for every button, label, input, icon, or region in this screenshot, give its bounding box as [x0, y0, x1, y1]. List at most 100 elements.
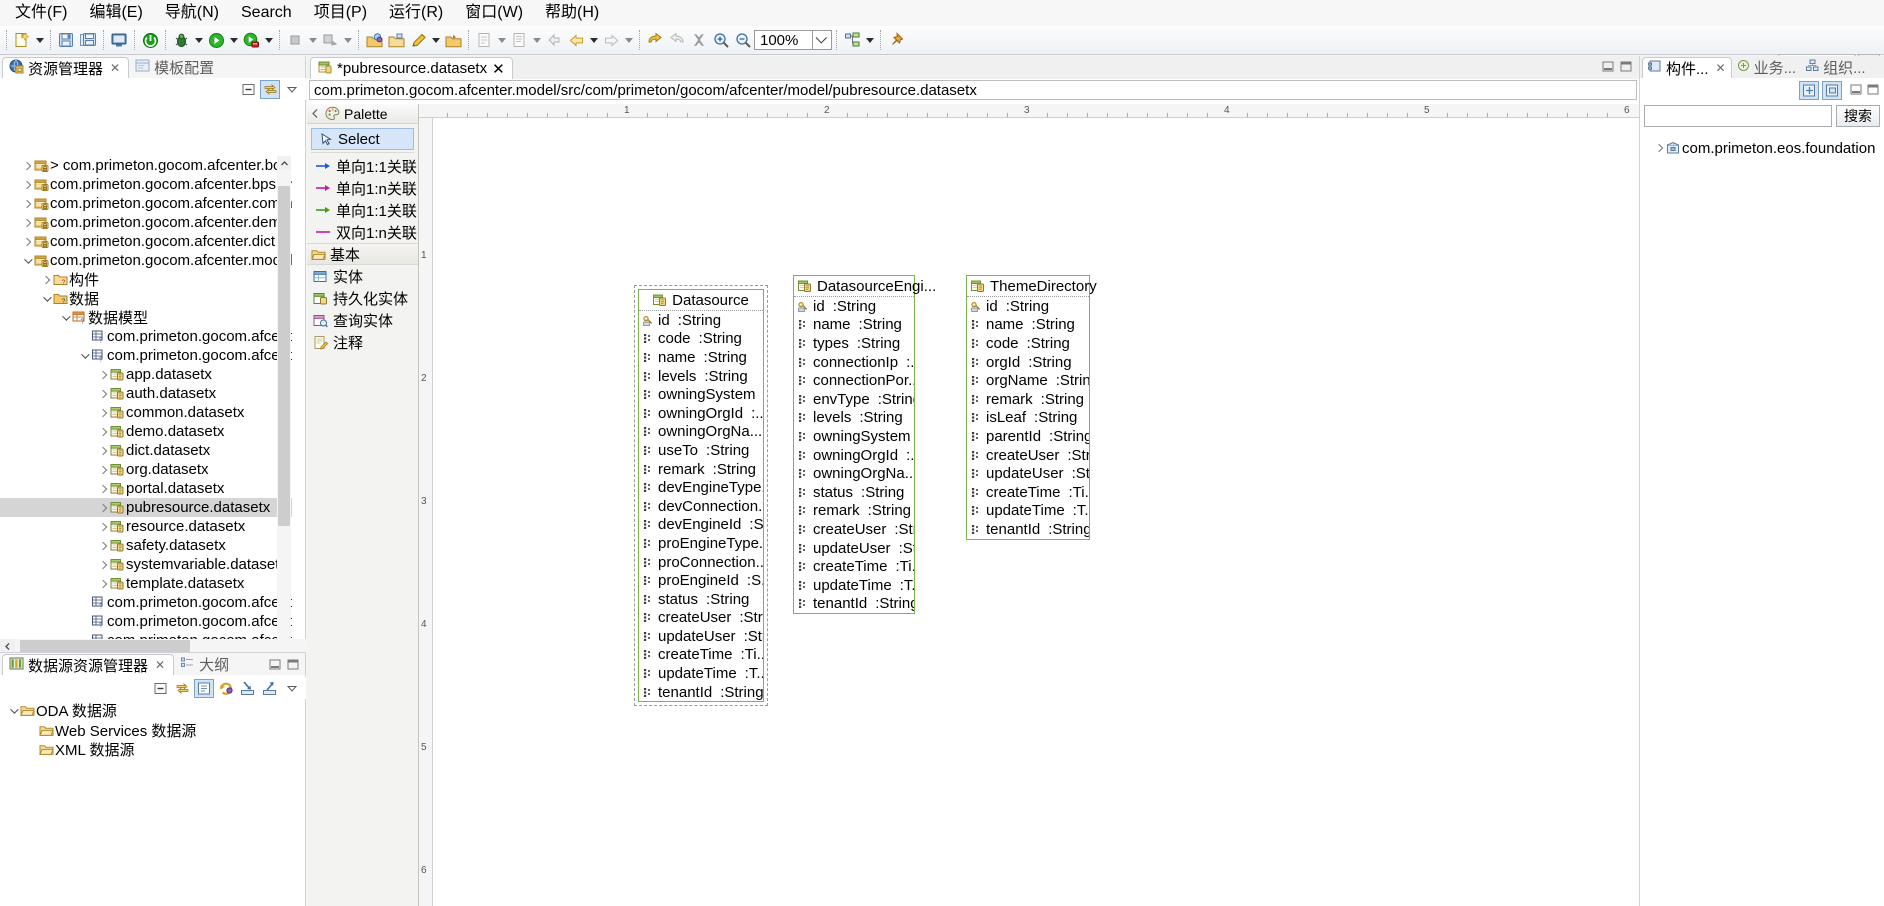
open-type-icon[interactable]: [442, 29, 464, 51]
run-profile-dropdown[interactable]: [262, 29, 275, 51]
tab-component[interactable]: 构件... ✕: [1642, 57, 1732, 78]
entity-attribute[interactable]: updateUser:St...: [967, 464, 1089, 483]
new-wizard-icon[interactable]: [11, 29, 33, 51]
menu-item-6[interactable]: 窗口(W): [454, 1, 534, 25]
tree-item[interactable]: ?com.primeton.gocom.afcente: [0, 593, 292, 612]
import-icon[interactable]: [238, 679, 258, 698]
tree-item[interactable]: ?com.primeton.gocom.afcente: [0, 346, 292, 365]
entity-attribute[interactable]: proEngineId:S...: [639, 571, 763, 590]
document-dropdown[interactable]: [530, 29, 543, 51]
checklist-dropdown[interactable]: [495, 29, 508, 51]
chevron-right-icon[interactable]: [96, 441, 109, 460]
collapse-all-icon[interactable]: [238, 80, 258, 99]
maximize-icon[interactable]: [286, 658, 300, 672]
chevron-right-icon[interactable]: [96, 517, 109, 536]
run-dropdown[interactable]: [227, 29, 240, 51]
tree-item[interactable]: com.primeton.gocom.afcenter.dict: [0, 232, 292, 251]
entity-attribute[interactable]: owningOrgId:...: [794, 446, 914, 465]
tab-outline[interactable]: 大纲: [174, 654, 237, 675]
entity-attribute[interactable]: proConnection...: [639, 553, 763, 572]
save-icon[interactable]: [55, 29, 77, 51]
menu-item-3[interactable]: Search: [230, 1, 303, 25]
entity-node[interactable]: Datasourceid:Stringcode:Stringname:Strin…: [634, 285, 768, 706]
tree-item[interactable]: com.primeton.gocom.afcenter.bps.or: [0, 175, 292, 194]
entity-attribute[interactable]: owningOrgId:...: [639, 404, 763, 423]
entity-attribute[interactable]: connectionPor...: [794, 371, 914, 390]
palette-item-2[interactable]: 查询实体: [307, 309, 418, 331]
chevron-down-icon[interactable]: [39, 289, 52, 308]
edit-pen-icon[interactable]: [407, 29, 429, 51]
chevron-right-icon[interactable]: [39, 270, 52, 289]
chevron-down-icon[interactable]: [20, 251, 33, 270]
tree-item[interactable]: ODA 数据源: [0, 701, 306, 721]
palette-connection-1[interactable]: 单向1:n关联: [307, 177, 418, 199]
search-button[interactable]: 搜索: [1836, 105, 1880, 127]
entity-attribute[interactable]: code:String: [639, 330, 763, 349]
entity-attribute[interactable]: updateTime:T...: [639, 664, 763, 683]
tab-datasource-explorer[interactable]: 数据源资源管理器 ✕: [2, 654, 174, 675]
prev-icon[interactable]: [565, 29, 587, 51]
collapse-all-icon[interactable]: [150, 679, 170, 698]
palette-group-basic[interactable]: 基本: [307, 243, 418, 265]
entity-attribute[interactable]: name:String: [794, 316, 914, 335]
tree-item[interactable]: XML 数据源: [0, 740, 306, 760]
entity-attribute[interactable]: remark:String: [639, 460, 763, 479]
entity-attribute[interactable]: owningOrgNa...: [639, 423, 763, 442]
entity-attribute[interactable]: levels:String: [639, 367, 763, 386]
menu-icon[interactable]: [282, 679, 302, 698]
tree-item[interactable]: safety.datasetx: [0, 536, 292, 555]
entity-attribute[interactable]: owningOrgNa...: [794, 464, 914, 483]
menu-item-7[interactable]: 帮助(H): [534, 1, 610, 25]
entity-attribute[interactable]: updateUser:St...: [794, 539, 914, 558]
entity-title[interactable]: DatasourceEngi...: [794, 276, 914, 297]
entity-title[interactable]: Datasource: [639, 290, 763, 311]
entity-attribute[interactable]: status:String: [794, 483, 914, 502]
tree-item[interactable]: portal.datasetx: [0, 479, 292, 498]
close-icon[interactable]: ✕: [110, 61, 120, 75]
chevron-right-icon[interactable]: [96, 479, 109, 498]
tab-pubresource-datasetx[interactable]: *pubresource.datasetx ✕: [310, 57, 513, 79]
palette-connection-0[interactable]: 单向1:1关联: [307, 155, 418, 177]
tree-item[interactable]: pubresource.datasetx: [0, 498, 292, 517]
chevron-right-icon[interactable]: [96, 422, 109, 441]
entity-attribute[interactable]: devConnection...: [639, 497, 763, 516]
tree-item[interactable]: com.primeton.gocom.afcenter.model: [0, 251, 292, 270]
minimize-icon[interactable]: [268, 658, 282, 672]
maximize-icon[interactable]: [1619, 60, 1633, 74]
entity-attribute[interactable]: owningSystem...: [794, 427, 914, 446]
chevron-right-icon[interactable]: [1652, 139, 1665, 158]
link-icon[interactable]: [172, 679, 192, 698]
diagram-canvas[interactable]: Datasourceid:Stringcode:Stringname:Strin…: [433, 118, 1639, 906]
entity-attribute[interactable]: createUser:Str...: [639, 609, 763, 628]
close-icon[interactable]: ✕: [492, 60, 505, 78]
tree-item[interactable]: demo.datasetx: [0, 422, 292, 441]
tree-item[interactable]: systemvariable.datasetx: [0, 555, 292, 574]
tree-item[interactable]: template.datasetx: [0, 574, 292, 593]
chevron-right-icon[interactable]: [96, 365, 109, 384]
entity-attribute[interactable]: updateUser:Str...: [639, 627, 763, 646]
chevron-right-icon[interactable]: [20, 156, 33, 175]
entity-title[interactable]: ThemeDirectory: [967, 276, 1089, 297]
scroll-up-arrow[interactable]: [277, 156, 291, 170]
next-dropdown[interactable]: [622, 29, 635, 51]
tree-item[interactable]: > com.primeton.gocom.afcenter.boo: [0, 156, 292, 175]
layout-dropdown[interactable]: [863, 29, 876, 51]
menu-item-4[interactable]: 项目(P): [303, 1, 378, 25]
close-icon[interactable]: ✕: [1716, 61, 1726, 75]
export-icon[interactable]: [260, 679, 280, 698]
explorer-tree[interactable]: > com.primeton.gocom.afcenter.boocom.pri…: [0, 156, 292, 686]
entity-attribute[interactable]: status:String: [639, 590, 763, 609]
tree-item[interactable]: auth.datasetx: [0, 384, 292, 403]
datasource-tree[interactable]: ODA 数据源Web Services 数据源XML 数据源: [0, 701, 306, 901]
entity-attribute[interactable]: levels:String: [794, 409, 914, 428]
tree-item[interactable]: ?com.primeton.gocom.afcente: [0, 612, 292, 631]
chevron-down-icon[interactable]: [58, 308, 71, 327]
entity-attribute[interactable]: connectionIp:...: [794, 353, 914, 372]
chevron-right-icon[interactable]: [20, 232, 33, 251]
palette-connection-2[interactable]: 单向1:1关联: [307, 199, 418, 221]
tab-template-config[interactable]: 模板配置: [129, 57, 222, 78]
entity-attribute[interactable]: envType:String: [794, 390, 914, 409]
explorer-vscrollbar[interactable]: [277, 156, 291, 686]
menu-item-1[interactable]: 编辑(E): [78, 1, 153, 25]
entity-attribute[interactable]: devEngineType...: [639, 478, 763, 497]
